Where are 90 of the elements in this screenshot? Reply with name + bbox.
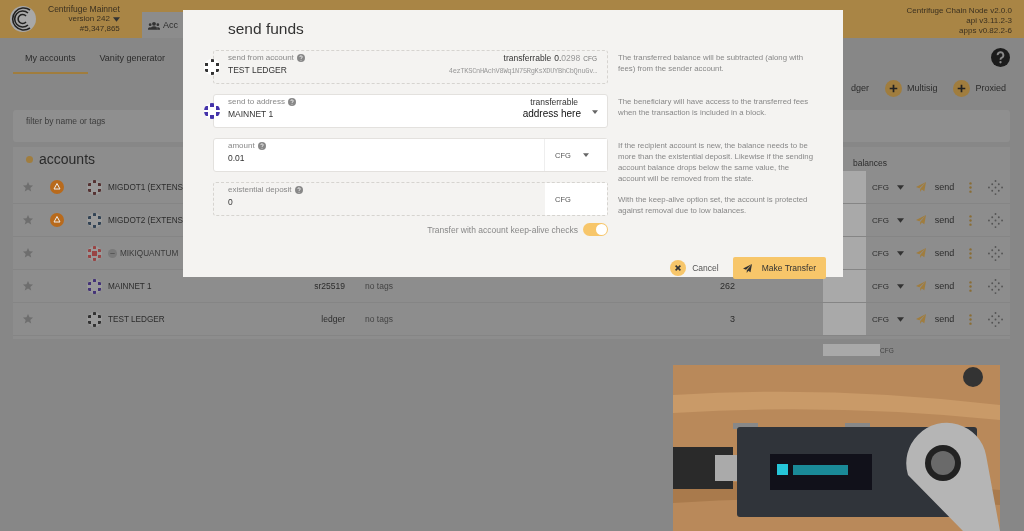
caret-icon[interactable] <box>896 217 904 223</box>
field-value: 0.01 <box>228 153 246 163</box>
paper-plane-icon <box>915 248 926 258</box>
paper-plane-icon <box>915 314 926 324</box>
logo-icon[interactable] <box>10 6 36 32</box>
field-value: 0 <box>228 197 234 207</box>
keep-alive-toggle[interactable] <box>583 223 608 236</box>
account-name: TEST LEDGER <box>108 314 165 324</box>
network-name: Centrifuge Mainnet <box>48 4 120 14</box>
field-value: MAINNET 1 <box>228 109 275 119</box>
account-tags: no tags <box>365 281 393 291</box>
paper-plane-icon <box>915 215 926 225</box>
people-icon <box>148 20 160 30</box>
star-icon[interactable] <box>23 182 33 192</box>
caret-icon[interactable] <box>896 316 904 322</box>
caret-icon <box>582 153 589 157</box>
help-icon[interactable] <box>287 97 296 106</box>
action-button[interactable]: Proxied <box>953 79 1006 97</box>
diamond-icon[interactable] <box>987 179 1003 195</box>
send-button[interactable]: send <box>915 215 955 225</box>
action-button[interactable]: Multisig <box>884 79 938 97</box>
star-icon[interactable] <box>23 281 33 291</box>
dot-icon <box>26 155 33 163</box>
caret-icon <box>112 16 120 22</box>
address-hint: address here <box>522 108 581 119</box>
caret-icon[interactable] <box>896 283 904 289</box>
close-icon <box>670 260 687 276</box>
star-icon[interactable] <box>23 314 33 324</box>
column-header: balances <box>852 157 889 168</box>
balance-unit: CFG <box>872 314 889 324</box>
account-type: ledger <box>321 314 345 324</box>
action-button[interactable]: dger <box>850 83 869 93</box>
balance-value: 3 <box>730 314 735 324</box>
sub-tab[interactable]: Vanity generator <box>87 40 177 74</box>
send-button[interactable]: send <box>915 182 955 192</box>
keep-alive-label: Transfer with account keep-alive checks <box>427 224 578 235</box>
account-name: MAINNET 1 <box>108 281 152 291</box>
cancel-button[interactable]: Cancel <box>670 257 719 279</box>
account-name: MIGDOT2 (EXTENS <box>108 215 184 225</box>
version-label[interactable]: version 242 <box>68 14 120 24</box>
more-icon[interactable] <box>968 280 972 292</box>
balance-value: 262 <box>719 281 735 291</box>
redaction-block <box>823 344 880 356</box>
star-icon[interactable] <box>23 215 33 225</box>
field-label: existential deposit <box>228 185 545 194</box>
plus-icon <box>884 79 902 97</box>
diamond-icon[interactable] <box>987 311 1003 327</box>
balance-integer: 0. <box>554 53 562 63</box>
field-label: amount <box>228 141 544 150</box>
field-label: send from account <box>228 53 305 62</box>
node-info: apps v0.82.2-6 <box>959 26 1012 36</box>
balance-unit: CFG <box>872 248 889 258</box>
paper-plane-icon <box>915 281 926 291</box>
account-tags: no tags <box>365 314 393 324</box>
recipient-dropdown[interactable]: send to address MAINNET 1 transferrable address here <box>213 94 608 128</box>
help-icon[interactable] <box>991 47 1010 67</box>
transferrable-label: transferrable <box>530 97 578 107</box>
transferrable-label: transferrable <box>503 53 552 63</box>
paper-plane-icon <box>742 263 752 273</box>
section-title: accounts <box>39 151 96 167</box>
balance-fraction: 0298 <box>561 53 581 63</box>
diamond-icon[interactable] <box>987 212 1003 228</box>
diamond-icon[interactable] <box>987 278 1003 294</box>
node-info: Centrifuge Chain Node v2.0.0 <box>906 6 1012 16</box>
more-icon[interactable] <box>968 214 972 226</box>
dialog-title: send funds <box>227 19 305 39</box>
plus-icon <box>953 79 971 97</box>
account-name: MIKIQUANTUM <box>120 248 179 258</box>
sub-tab[interactable]: My accounts <box>13 40 88 74</box>
balance-unit: CFG <box>872 215 889 225</box>
more-icon[interactable] <box>968 181 972 193</box>
make-transfer-button[interactable]: Make Transfer <box>732 257 826 279</box>
account-type: sr25519 <box>314 281 345 291</box>
redaction-block <box>823 303 866 335</box>
caret-icon[interactable] <box>896 184 904 190</box>
block-number: #5,347,865 <box>79 24 120 34</box>
field-label: send to address <box>228 97 296 106</box>
more-icon[interactable] <box>968 313 972 325</box>
caret-icon <box>592 110 598 114</box>
help-icon[interactable] <box>294 185 303 194</box>
help-icon[interactable] <box>257 141 266 150</box>
account-name: MIGDOT1 (EXTENS <box>108 182 184 192</box>
balance-unit: CFG <box>872 281 889 291</box>
balance-unit: CFG <box>872 182 889 192</box>
field-value: TEST LEDGER <box>228 65 288 75</box>
node-info: api v3.11.2-3 <box>966 16 1012 26</box>
send-button[interactable]: send <box>915 314 955 324</box>
help-icon[interactable] <box>296 53 305 62</box>
paper-plane-icon <box>915 182 926 192</box>
send-button[interactable]: send <box>915 281 955 291</box>
